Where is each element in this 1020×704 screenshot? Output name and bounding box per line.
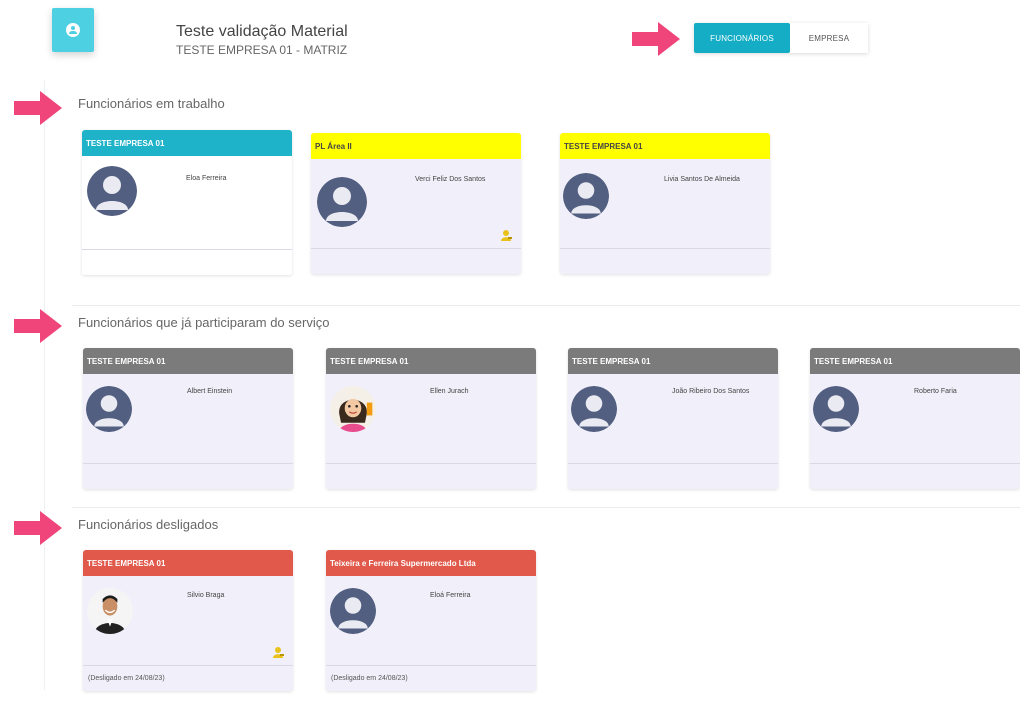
tab-funcionarios[interactable]: FUNCIONÁRIOS	[694, 23, 790, 53]
section-title-working: Funcionários em trabalho	[78, 96, 225, 111]
avatar	[87, 166, 137, 216]
section-title-past: Funcionários que já participaram do serv…	[78, 315, 330, 330]
employee-name: Roberto Faria	[914, 388, 957, 395]
employee-card[interactable]: TESTE EMPRESA 01 Roberto Faria	[810, 348, 1020, 489]
card-footer: (Desligado em 24/08/23)	[83, 665, 293, 691]
avatar	[317, 177, 367, 227]
user-circle-icon[interactable]	[52, 8, 94, 52]
avatar	[571, 386, 617, 432]
avatar	[563, 173, 609, 219]
employee-name: Ellen Jurach	[430, 388, 469, 395]
card-company: Teixeira e Ferreira Supermercado Ltda	[326, 550, 536, 576]
woman-cartoon-avatar	[330, 386, 376, 432]
avatar	[86, 386, 132, 432]
card-footer	[560, 248, 770, 274]
card-footer	[83, 463, 293, 489]
card-company: TESTE EMPRESA 01	[82, 130, 292, 156]
employee-name: Livia Santos De Almeida	[664, 176, 740, 183]
employee-name: Silvio Braga	[187, 592, 225, 599]
employee-card[interactable]: TESTE EMPRESA 01 Silvio Braga (Desligado…	[83, 550, 293, 691]
employee-card[interactable]: PL Área II Verci Feliz Dos Santos	[311, 133, 521, 274]
tab-empresa[interactable]: EMPRESA	[790, 23, 868, 53]
employee-card[interactable]: TESTE EMPRESA 01 João Ribeiro Dos Santos	[568, 348, 778, 489]
pointer-arrow-icon	[12, 509, 64, 547]
section-divider	[72, 507, 1020, 508]
man-photo-avatar	[87, 588, 133, 634]
card-footer	[326, 463, 536, 489]
avatar	[330, 588, 376, 634]
card-company: TESTE EMPRESA 01	[326, 348, 536, 374]
page-title: Teste validação Material	[176, 23, 348, 40]
pointer-arrow-icon	[12, 89, 64, 127]
employee-name: Eloa Ferreira	[186, 175, 227, 182]
section-divider	[72, 305, 1020, 306]
card-company: TESTE EMPRESA 01	[568, 348, 778, 374]
employee-card[interactable]: Teixeira e Ferreira Supermercado Ltda El…	[326, 550, 536, 691]
card-company: TESTE EMPRESA 01	[560, 133, 770, 159]
card-footer	[311, 248, 521, 274]
card-company: TESTE EMPRESA 01	[83, 550, 293, 576]
page-subtitle: TESTE EMPRESA 01 - MATRIZ	[176, 43, 348, 57]
employee-card[interactable]: TESTE EMPRESA 01 Eloa Ferreira	[82, 130, 292, 275]
person-key-icon[interactable]	[499, 228, 513, 242]
tab-bar: FUNCIONÁRIOS EMPRESA	[694, 23, 868, 53]
pointer-arrow-icon	[12, 307, 64, 345]
card-footer	[810, 463, 1020, 489]
card-footer	[568, 463, 778, 489]
section-title-dismissed: Funcionários desligados	[78, 517, 219, 532]
employee-name: João Ribeiro Dos Santos	[672, 388, 750, 395]
employee-card[interactable]: TESTE EMPRESA 01 Albert Einstein	[83, 348, 293, 489]
content-left-border	[44, 80, 45, 690]
card-company: TESTE EMPRESA 01	[83, 348, 293, 374]
card-footer: (Desligado em 24/08/23)	[326, 665, 536, 691]
employee-card[interactable]: TESTE EMPRESA 01 Livia Santos De Almeida	[560, 133, 770, 274]
person-key-icon[interactable]	[271, 645, 285, 659]
employee-name: Eloá Ferreira	[430, 592, 471, 599]
card-company: TESTE EMPRESA 01	[810, 348, 1020, 374]
employee-name: Albert Einstein	[187, 388, 233, 395]
pointer-arrow-icon	[630, 20, 682, 58]
card-company: PL Área II	[311, 133, 521, 159]
card-footer	[82, 249, 292, 275]
employee-name: Verci Feliz Dos Santos	[415, 176, 486, 183]
employee-card[interactable]: TESTE EMPRESA 01 Ellen Jurach	[326, 348, 536, 489]
avatar	[813, 386, 859, 432]
